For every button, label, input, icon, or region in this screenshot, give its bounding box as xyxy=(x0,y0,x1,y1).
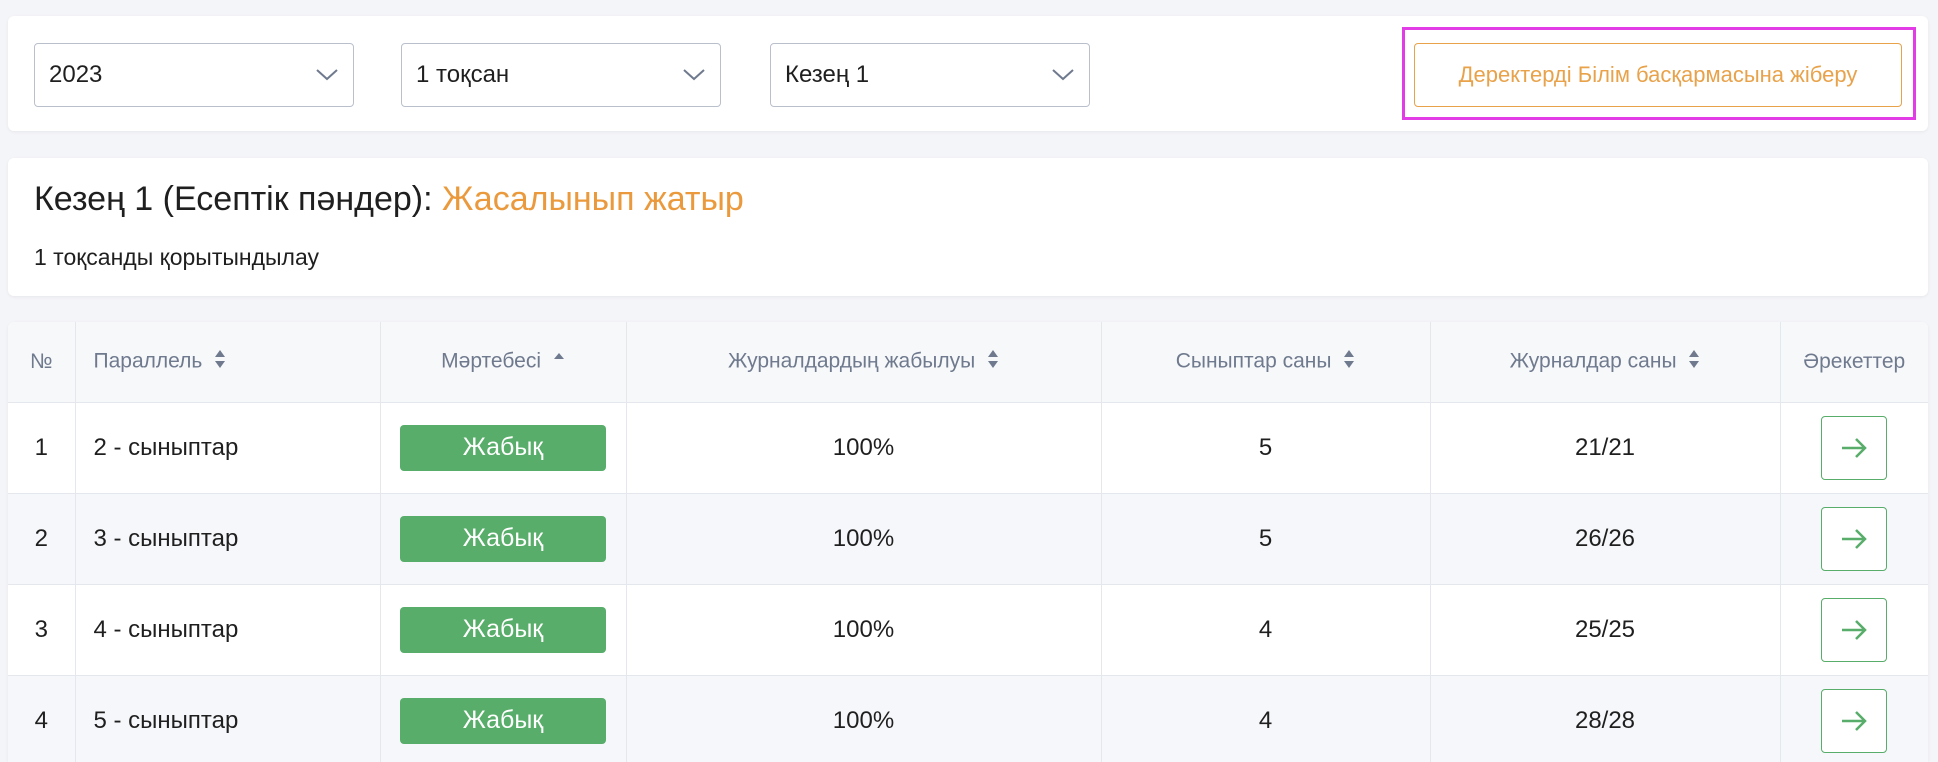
table-row: 2 3 - сыныптар Жабық 100% 5 26/26 xyxy=(8,493,1928,585)
status-badge: Жабық xyxy=(400,697,606,744)
row-parallel: 4 - сыныптар xyxy=(75,584,381,676)
row-actions-cell xyxy=(1780,402,1928,494)
row-closing: 100% xyxy=(626,675,1102,762)
sort-icon xyxy=(1688,349,1700,375)
filter-bar: 2023 1 тоқсан Кезең 1 Деректерді Білім б… xyxy=(8,16,1928,131)
header-journals[interactable]: Журналдар саны xyxy=(1430,322,1781,403)
row-journals: 25/25 xyxy=(1430,584,1781,676)
row-classes: 4 xyxy=(1101,584,1431,676)
chevron-down-icon xyxy=(1051,63,1075,87)
arrow-right-icon xyxy=(1842,528,1868,549)
header-closing[interactable]: Журналдардың жабылуы xyxy=(626,322,1102,403)
row-status-cell: Жабық xyxy=(380,493,627,585)
sort-icon xyxy=(214,349,226,375)
stage-subtitle: 1 тоқсанды қорытындылау xyxy=(34,244,319,270)
row-num: 4 xyxy=(8,675,76,762)
status-badge: Жабық xyxy=(400,515,606,562)
stage-select[interactable]: Кезең 1 xyxy=(770,43,1090,107)
arrow-right-icon xyxy=(1842,437,1868,458)
table-row: 3 4 - сыныптар Жабық 100% 4 25/25 xyxy=(8,584,1928,676)
row-num: 1 xyxy=(8,402,76,494)
stage-status: Жасалынып жатыр xyxy=(442,180,744,218)
header-num: № xyxy=(8,322,76,403)
sort-asc-icon xyxy=(553,349,565,375)
row-num: 3 xyxy=(8,584,76,676)
header-journals-label: Журналдар саны xyxy=(1509,349,1677,373)
quarter-select[interactable]: 1 тоқсан xyxy=(401,43,721,107)
header-classes[interactable]: Сыныптар саны xyxy=(1101,322,1431,403)
open-row-button[interactable] xyxy=(1821,415,1888,480)
row-classes: 4 xyxy=(1101,675,1431,762)
open-row-button[interactable] xyxy=(1821,506,1888,571)
sort-icon xyxy=(987,349,999,375)
header-parallel[interactable]: Параллель xyxy=(75,322,381,403)
status-badge: Жабық xyxy=(400,606,606,653)
header-parallel-label: Параллель xyxy=(93,349,203,373)
quarter-select-value: 1 тоқсан xyxy=(416,61,510,88)
header-closing-label: Журналдардың жабылуы xyxy=(727,349,976,373)
row-closing: 100% xyxy=(626,402,1102,494)
row-actions-cell xyxy=(1780,493,1928,585)
row-journals: 21/21 xyxy=(1430,402,1781,494)
header-status[interactable]: Мәртебесі xyxy=(380,322,627,403)
row-status-cell: Жабық xyxy=(380,675,627,762)
year-select[interactable]: 2023 xyxy=(34,43,354,107)
chevron-down-icon xyxy=(315,63,339,87)
row-classes: 5 xyxy=(1101,493,1431,585)
row-closing: 100% xyxy=(626,493,1102,585)
row-parallel: 5 - сыныптар xyxy=(75,675,381,762)
table-row: 4 5 - сыныптар Жабық 100% 4 28/28 xyxy=(8,675,1928,762)
stage-info-card: Кезең 1 (Есептік пәндер): Жасалынып жаты… xyxy=(8,158,1928,296)
stage-title: Кезең 1 (Есептік пәндер): Жасалынып жаты… xyxy=(34,180,744,219)
table-header-row: № Параллель Мәртебесі Журналдардың жабыл… xyxy=(8,322,1928,403)
year-select-value: 2023 xyxy=(49,61,103,88)
sort-icon xyxy=(1343,349,1355,375)
row-journals: 28/28 xyxy=(1430,675,1781,762)
open-row-button[interactable] xyxy=(1821,597,1888,662)
status-badge: Жабық xyxy=(400,424,606,471)
row-num: 2 xyxy=(8,493,76,585)
arrow-right-icon xyxy=(1842,619,1868,640)
parallels-table: № Параллель Мәртебесі Журналдардың жабыл… xyxy=(8,322,1928,762)
row-journals: 26/26 xyxy=(1430,493,1781,585)
open-row-button[interactable] xyxy=(1821,688,1888,753)
row-classes: 5 xyxy=(1101,402,1431,494)
row-actions-cell xyxy=(1780,675,1928,762)
row-status-cell: Жабық xyxy=(380,584,627,676)
chevron-down-icon xyxy=(682,63,706,87)
table-row: 1 2 - сыныптар Жабық 100% 5 21/21 xyxy=(8,402,1928,494)
row-status-cell: Жабық xyxy=(380,402,627,494)
arrow-right-icon xyxy=(1842,710,1868,731)
header-actions: Әрекеттер xyxy=(1780,322,1928,403)
stage-title-label: Кезең 1 (Есептік пәндер): xyxy=(34,180,433,218)
row-closing: 100% xyxy=(626,584,1102,676)
parallels-table-card: № Параллель Мәртебесі Журналдардың жабыл… xyxy=(8,322,1928,762)
header-status-label: Мәртебесі xyxy=(441,349,541,373)
row-parallel: 2 - сыныптар xyxy=(75,402,381,494)
send-data-button[interactable]: Деректерді Білім басқармасына жіберу xyxy=(1414,43,1902,107)
stage-select-value: Кезең 1 xyxy=(785,61,870,88)
row-actions-cell xyxy=(1780,584,1928,676)
row-parallel: 3 - сыныптар xyxy=(75,493,381,585)
header-classes-label: Сыныптар саны xyxy=(1175,349,1332,373)
